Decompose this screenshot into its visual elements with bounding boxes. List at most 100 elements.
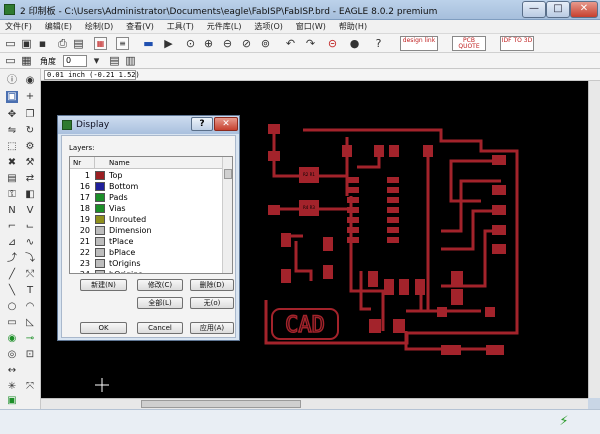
signal-icon[interactable]: ⊸ <box>24 333 36 345</box>
meander-icon[interactable]: ∿ <box>24 237 36 249</box>
line-icon[interactable]: ╲ <box>6 285 18 297</box>
horizontal-scrollbar[interactable] <box>41 398 588 409</box>
pcb-quote-button[interactable]: PCB QUOTE <box>452 36 486 51</box>
zoom-out-icon[interactable]: ⊖ <box>221 37 234 50</box>
run-ulp-icon[interactable]: ▶ <box>162 37 175 50</box>
new-file-icon[interactable]: ▭ <box>4 37 17 50</box>
col-nr-header[interactable]: Nr <box>73 157 81 169</box>
display-icon[interactable]: ▣ <box>6 91 18 103</box>
ratsnest-icon[interactable]: ✳ <box>6 381 18 393</box>
layer-row[interactable]: 20 Dimension <box>70 225 222 236</box>
no-layers-button[interactable]: 无(o) <box>190 297 234 309</box>
close-button[interactable]: ✕ <box>570 1 598 18</box>
ripup-icon[interactable]: ⤵ <box>24 253 36 265</box>
menu-tools[interactable]: 工具(T) <box>162 20 199 34</box>
attribute-icon[interactable]: ⊡ <box>24 349 36 361</box>
layer-select-icon[interactable]: ▭ <box>4 54 17 67</box>
bend-style-icon[interactable]: ▥ <box>124 54 137 67</box>
text-icon[interactable]: T <box>24 285 36 297</box>
angle-dropdown-icon[interactable]: ▾ <box>90 54 103 67</box>
ok-button[interactable]: OK <box>80 322 127 334</box>
redo-icon[interactable]: ↷ <box>304 37 317 50</box>
open-folder-icon[interactable]: ▣ <box>20 37 33 50</box>
paste-icon[interactable]: ▤ <box>6 173 18 185</box>
erc-icon[interactable]: ▣ <box>6 395 18 407</box>
menu-options[interactable]: 选项(O) <box>249 20 288 34</box>
zoom-select-icon[interactable]: ⊚ <box>259 37 272 50</box>
menu-edit[interactable]: 编辑(E) <box>40 20 77 34</box>
drc-icon[interactable]: ⤧ <box>24 381 36 393</box>
new-layer-button[interactable]: 新建(N) <box>80 279 127 291</box>
board-icon[interactable]: ▦ <box>94 37 107 50</box>
lightning-icon[interactable]: ⚡ <box>557 415 571 429</box>
layers-scroll-thumb[interactable] <box>224 169 232 179</box>
zoom-fit-icon[interactable]: ⊙ <box>184 37 197 50</box>
mirror-tool-icon[interactable]: ⇋ <box>6 125 18 137</box>
group-icon[interactable]: ⬚ <box>6 141 18 153</box>
dimension-icon[interactable]: ↔ <box>6 365 18 377</box>
idf-to-3d-button[interactable]: IDF TO 3D <box>500 36 534 51</box>
layer-row[interactable]: 16 Bottom <box>70 181 222 192</box>
move-icon[interactable]: ✥ <box>6 109 18 121</box>
wrench-icon[interactable]: ⚒ <box>24 157 36 169</box>
name-icon[interactable]: N <box>6 205 18 217</box>
menu-view[interactable]: 查看(V) <box>121 20 159 34</box>
delete-layer-button[interactable]: 删除(D) <box>190 279 234 291</box>
replace-icon[interactable]: ⇄ <box>24 173 36 185</box>
layer-row[interactable]: 17 Pads <box>70 192 222 203</box>
zoom-in-icon[interactable]: ⊕ <box>202 37 215 50</box>
miter-icon[interactable]: ⌙ <box>24 221 36 233</box>
help-icon[interactable]: ? <box>372 37 385 50</box>
menu-window[interactable]: 窗口(W) <box>291 20 331 34</box>
layer-row[interactable]: 21 tPlace <box>70 236 222 247</box>
all-layers-button[interactable]: 全部(L) <box>137 297 183 309</box>
dialog-help-button[interactable]: ? <box>191 117 213 131</box>
copy-icon[interactable]: ❐ <box>24 109 36 121</box>
hole-icon[interactable]: ◎ <box>6 349 18 361</box>
rotate-icon[interactable]: ↻ <box>24 125 36 137</box>
save-icon[interactable]: ▪ <box>36 37 49 50</box>
optimize-icon[interactable]: ⊿ <box>6 237 18 249</box>
circle-icon[interactable]: ○ <box>6 301 18 313</box>
horizontal-scroll-thumb[interactable] <box>141 400 301 408</box>
col-name-header[interactable]: Name <box>109 157 130 169</box>
layer-row[interactable]: 24 bOrigins <box>70 269 222 273</box>
menu-draw[interactable]: 绘制(D) <box>80 20 118 34</box>
script-icon[interactable]: ▬ <box>142 37 155 50</box>
arc-icon[interactable]: ◠ <box>24 301 36 313</box>
vertical-scrollbar[interactable] <box>588 81 600 398</box>
apply-button[interactable]: 应用(A) <box>190 322 234 334</box>
schematic-icon[interactable]: ≡ <box>116 37 129 50</box>
design-link-button[interactable]: design link <box>400 36 438 51</box>
rect-icon[interactable]: ▭ <box>6 317 18 329</box>
menu-library[interactable]: 元件库(L) <box>202 20 247 34</box>
polygon-icon[interactable]: ◺ <box>24 317 36 329</box>
maximize-button[interactable]: □ <box>546 1 570 18</box>
layer-row[interactable]: 22 bPlace <box>70 247 222 258</box>
layers-list[interactable]: Nr Name 1 Top 16 Bottom 17 Pads 18 Vias … <box>69 156 233 274</box>
menu-help[interactable]: 帮助(H) <box>334 20 372 34</box>
layer-row[interactable]: 23 tOrigins <box>70 258 222 269</box>
info-icon[interactable]: ⓘ <box>6 75 18 87</box>
layer-row[interactable]: 19 Unrouted <box>70 214 222 225</box>
go-icon[interactable]: ● <box>348 37 361 50</box>
split-icon[interactable]: ⌐ <box>6 221 18 233</box>
mirror-icon[interactable]: ▤ <box>108 54 121 67</box>
via-icon[interactable]: ◉ <box>6 333 18 345</box>
dialog-title-bar[interactable]: Display ? ✕ <box>58 116 239 134</box>
lock-icon[interactable]: ⚿ <box>6 189 18 201</box>
menu-file[interactable]: 文件(F) <box>0 20 37 34</box>
autorouter-icon[interactable]: ⤲ <box>24 269 36 281</box>
mark-icon[interactable]: + <box>24 91 36 103</box>
change-layer-button[interactable]: 修改(C) <box>137 279 183 291</box>
layer-row[interactable]: 1 Top <box>70 170 222 181</box>
angle-select[interactable]: 0 <box>63 55 87 67</box>
smash-icon[interactable]: ◧ <box>24 189 36 201</box>
print-icon[interactable]: ⎙ <box>56 37 69 50</box>
cancel-button[interactable]: Cancel <box>137 322 183 334</box>
route-icon[interactable]: ⤴ <box>6 253 18 265</box>
value-icon[interactable]: V <box>24 205 36 217</box>
delete-icon[interactable]: ✖ <box>6 157 18 169</box>
stop-icon[interactable]: ⊝ <box>326 37 339 50</box>
layers-scrollbar[interactable] <box>222 157 232 273</box>
